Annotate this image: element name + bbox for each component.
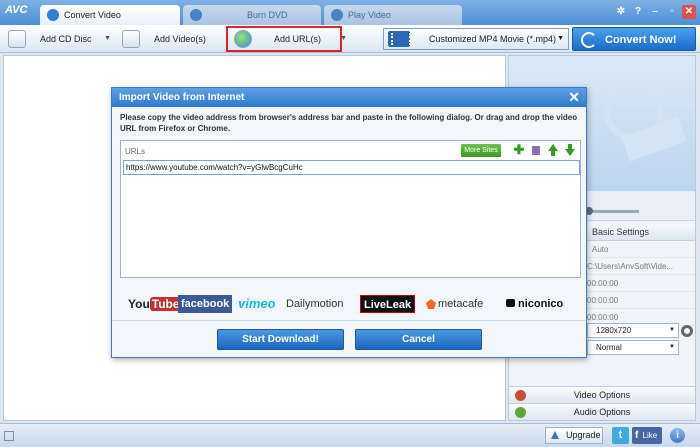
dailymotion-logo: Dailymotion bbox=[286, 298, 344, 310]
tab-label: Burn DVD bbox=[247, 10, 288, 20]
chevron-down-icon[interactable]: ▼ bbox=[104, 28, 111, 50]
like-label: Like bbox=[642, 431, 658, 440]
vimeo-logo: vimeo bbox=[238, 296, 276, 311]
play-icon bbox=[331, 9, 343, 21]
youtube-logo-tube: Tube bbox=[149, 297, 182, 311]
highlight-box bbox=[226, 26, 342, 52]
volume-slider[interactable] bbox=[585, 207, 639, 215]
video-options-label: Video Options bbox=[573, 390, 631, 400]
twitter-icon[interactable]: t bbox=[612, 427, 629, 444]
tab-label: Play Video bbox=[348, 10, 391, 20]
app-logo: AVC bbox=[5, 4, 28, 16]
dvd-icon bbox=[190, 9, 202, 21]
tab-play-video[interactable]: Play Video bbox=[324, 5, 462, 25]
facebook-icon: f bbox=[635, 430, 639, 441]
divider bbox=[112, 320, 586, 321]
chevron-down-icon: ▼ bbox=[669, 327, 675, 333]
add-video-button[interactable]: Add Video(s) bbox=[118, 28, 226, 50]
tab-label: Convert Video bbox=[64, 10, 121, 20]
add-cd-label: Add CD Disc bbox=[40, 34, 92, 44]
dialog-title: Import Video from Internet bbox=[112, 88, 586, 107]
profile-select[interactable]: Customized MP4 Movie (*.mp4) ▼ bbox=[383, 28, 569, 50]
profile-label: Customized MP4 Movie (*.mp4) bbox=[429, 34, 557, 44]
urls-panel: URLs More Sites ✚ bbox=[120, 140, 581, 278]
audio-options-icon bbox=[515, 407, 526, 418]
resolution-value: 1280x720 bbox=[596, 326, 632, 335]
resolution-select[interactable]: 1280x720 ▼ bbox=[587, 323, 679, 338]
close-icon[interactable]: ✕ bbox=[682, 5, 696, 19]
url-list[interactable] bbox=[123, 177, 580, 275]
more-sites-button[interactable]: More Sites bbox=[461, 144, 501, 157]
upgrade-button[interactable]: Upgrade bbox=[545, 427, 603, 444]
youtube-logo: You Tube bbox=[128, 295, 182, 313]
gear-icon[interactable] bbox=[681, 325, 693, 337]
film-add-icon bbox=[122, 30, 140, 48]
facebook-like-button[interactable]: f Like bbox=[632, 427, 662, 444]
quality-value: Normal bbox=[596, 343, 622, 352]
close-icon[interactable]: ✕ bbox=[568, 89, 580, 105]
panel-toggle-icon[interactable] bbox=[4, 431, 14, 441]
refresh-icon bbox=[581, 32, 597, 48]
chevron-down-icon: ▼ bbox=[669, 344, 675, 350]
title-bar: AVC Convert Video Burn DVD Play Video ✲ … bbox=[0, 0, 700, 25]
disc-icon bbox=[8, 30, 26, 48]
video-options-icon bbox=[515, 390, 526, 401]
quality-select[interactable]: Normal ▼ bbox=[587, 340, 679, 355]
add-video-label: Add Video(s) bbox=[154, 34, 206, 44]
cancel-button[interactable]: Cancel bbox=[355, 329, 482, 350]
urls-label: URLs bbox=[125, 147, 146, 156]
audio-options-bar[interactable]: Audio Options bbox=[509, 403, 695, 420]
import-video-dialog: Import Video from Internet ✕ Please copy… bbox=[111, 87, 587, 358]
settings-icon[interactable]: ✲ bbox=[614, 5, 628, 19]
add-icon[interactable]: ✚ bbox=[513, 143, 525, 156]
dialog-instructions: Please copy the video address from brows… bbox=[120, 113, 578, 133]
arrow-down-icon[interactable] bbox=[564, 144, 576, 156]
youtube-logo-you: You bbox=[128, 297, 150, 311]
convert-icon bbox=[47, 9, 59, 21]
maximize-icon[interactable]: ▫ bbox=[665, 5, 679, 19]
chevron-down-icon: ▼ bbox=[557, 35, 564, 42]
help-icon[interactable]: ? bbox=[631, 5, 645, 19]
minimize-icon[interactable]: – bbox=[648, 5, 662, 19]
upgrade-label: Upgrade bbox=[566, 430, 601, 440]
film-icon bbox=[388, 31, 411, 47]
window-controls: ✲ ? – ▫ ✕ bbox=[614, 5, 696, 19]
start-download-button[interactable]: Start Download! bbox=[217, 329, 344, 350]
metacafe-logo: metacafe bbox=[426, 295, 483, 313]
tab-convert-video[interactable]: Convert Video bbox=[40, 5, 180, 25]
convert-now-button[interactable]: Convert Now! bbox=[572, 27, 696, 51]
supported-sites: You Tube facebook vimeo Dailymotion LiveL… bbox=[120, 293, 581, 317]
trash-icon[interactable] bbox=[530, 144, 542, 156]
audio-options-label: Audio Options bbox=[573, 407, 631, 417]
add-cd-button[interactable]: Add CD Disc ▼ bbox=[4, 28, 114, 50]
arrow-up-icon[interactable] bbox=[547, 144, 559, 156]
facebook-logo: facebook bbox=[178, 295, 233, 313]
url-input[interactable] bbox=[123, 160, 580, 175]
liveleak-logo: LiveLeak bbox=[360, 295, 416, 313]
niconico-logo: niconico bbox=[506, 295, 563, 313]
status-bar: Upgrade t f Like i bbox=[0, 423, 700, 447]
info-icon[interactable]: i bbox=[670, 428, 685, 443]
convert-label: Convert Now! bbox=[605, 34, 677, 46]
tab-burn-dvd[interactable]: Burn DVD bbox=[183, 5, 321, 25]
arrow-up-icon bbox=[551, 431, 559, 439]
dialog-title-text: Import Video from Internet bbox=[119, 92, 245, 103]
video-options-bar[interactable]: Video Options bbox=[509, 386, 695, 403]
